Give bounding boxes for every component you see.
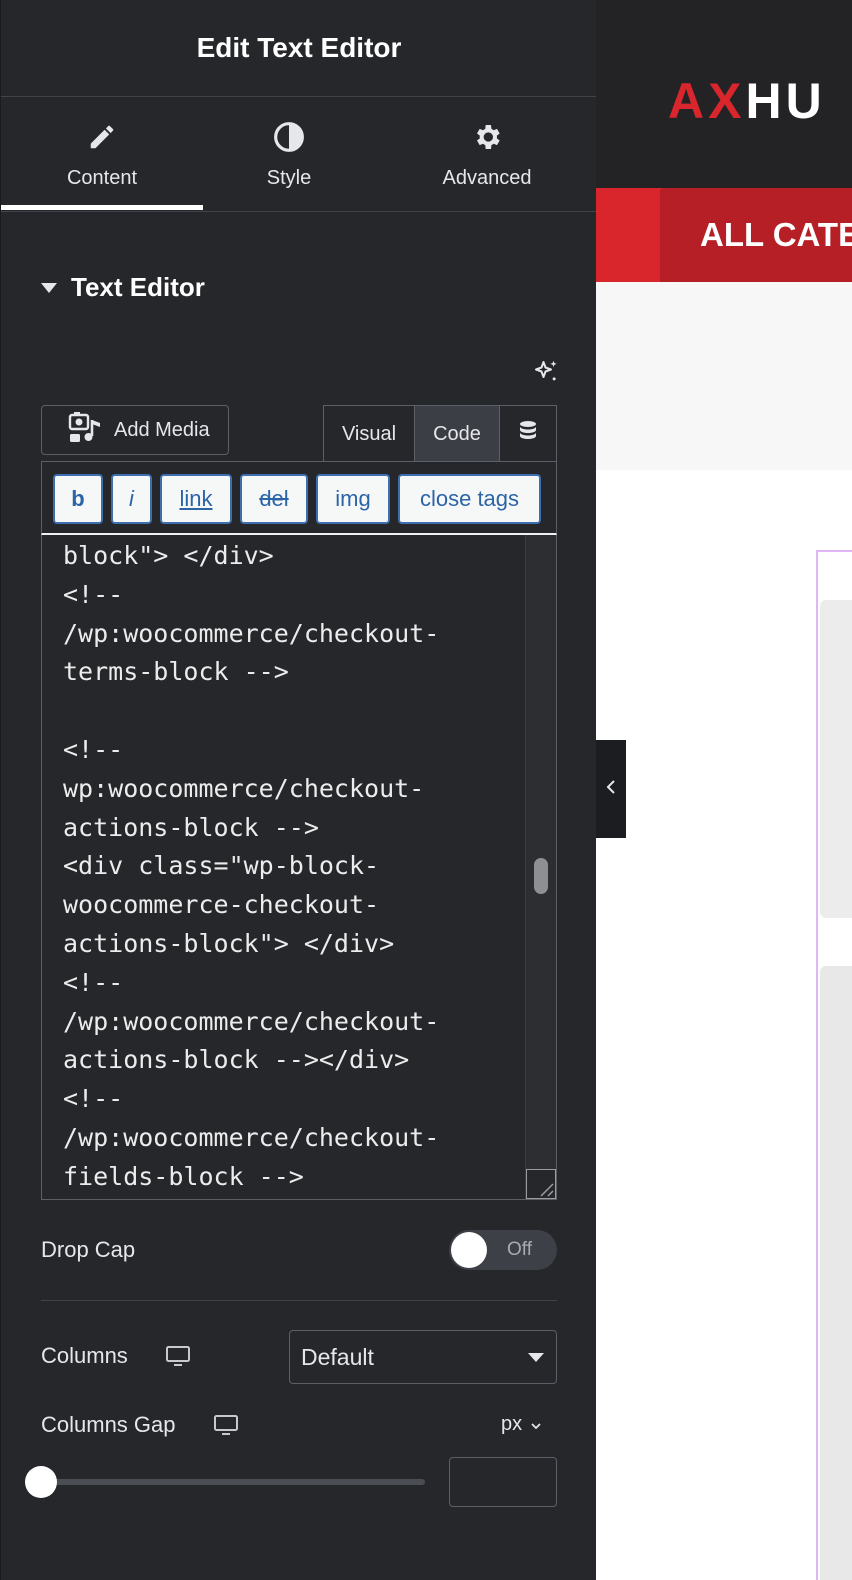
section-title: Text Editor <box>71 272 205 302</box>
logo-part-white: HU <box>745 73 826 129</box>
tab-code[interactable]: Code <box>415 406 500 462</box>
code-line: actions-block --> <box>63 812 319 842</box>
checkout-block <box>820 600 852 918</box>
divider <box>41 1300 557 1301</box>
section-toggle-text-editor[interactable]: Text Editor <box>41 272 205 303</box>
preview-content <box>596 470 852 1580</box>
quicktags-toolbar: b i link del img close tags <box>41 461 557 535</box>
code-line: /wp:woocommerce/checkout- <box>63 1122 440 1152</box>
desktop-icon[interactable] <box>213 1414 239 1436</box>
columns-select-value: Default <box>301 1343 374 1370</box>
code-line: <div class="wp-block- <box>63 851 380 881</box>
ai-sparkle-icon[interactable] <box>531 357 561 387</box>
chevron-down-icon <box>528 1353 544 1362</box>
code-line: <!-- <box>63 579 124 609</box>
tab-content-label: Content <box>66 167 138 189</box>
drop-cap-toggle[interactable]: Off <box>449 1230 557 1270</box>
panel-title: Edit Text Editor <box>1 0 597 97</box>
code-line: fields-block --> <box>63 1161 304 1191</box>
dynamic-tags-button[interactable] <box>500 406 556 462</box>
columns-gap-input[interactable] <box>449 1457 557 1507</box>
logo-part-red: AX <box>668 73 746 129</box>
tab-style-label: Style <box>266 167 312 189</box>
gear-icon <box>471 119 503 155</box>
chevron-down-icon <box>530 1413 542 1436</box>
add-media-button[interactable]: Add Media <box>41 405 229 455</box>
slider-handle[interactable] <box>25 1466 57 1498</box>
site-logo[interactable]: AXHU <box>668 72 826 130</box>
code-line: wp:woocommerce/checkout- <box>63 773 425 803</box>
page-preview: AXHU ALL CATE <box>596 0 852 1580</box>
columns-select[interactable]: Default <box>289 1330 557 1384</box>
code-line: /wp:woocommerce/checkout- <box>63 1006 440 1036</box>
checkout-block <box>820 966 852 1580</box>
code-line: actions-block"> </div> <box>63 928 395 958</box>
all-categories-button[interactable]: ALL CATE <box>660 188 852 282</box>
resize-handle[interactable] <box>526 1169 556 1199</box>
toggle-state-text: Off <box>507 1239 532 1260</box>
code-line: woocommerce-checkout- <box>63 890 380 920</box>
tab-style[interactable]: Style <box>191 97 387 211</box>
toggle-knob <box>451 1232 487 1268</box>
columns-gap-slider[interactable] <box>41 1479 425 1485</box>
pencil-icon <box>87 119 117 155</box>
active-tab-indicator <box>1 205 203 210</box>
tab-content[interactable]: Content <box>1 97 203 211</box>
quicktag-img-button[interactable]: img <box>316 474 390 524</box>
unit-selector[interactable]: px <box>501 1413 542 1436</box>
columns-gap-label: Columns Gap <box>41 1412 176 1437</box>
code-line: <!-- <box>63 1084 124 1114</box>
code-line: <!-- <box>63 967 124 997</box>
columns-label: Columns <box>41 1343 128 1368</box>
code-content: block"> </div> <!-- /wp:woocommerce/checko… <box>63 537 439 1197</box>
scrollbar-thumb[interactable] <box>534 858 548 894</box>
editor-panel: Edit Text Editor Content Style Advanced … <box>0 0 597 1580</box>
caret-down-icon <box>41 282 57 293</box>
code-editor-textarea[interactable]: block"> </div> <!-- /wp:woocommerce/checko… <box>41 535 557 1200</box>
add-media-label: Add Media <box>114 418 210 441</box>
desktop-icon[interactable] <box>165 1345 191 1367</box>
code-line: terms-block --> <box>63 657 289 687</box>
tab-advanced-label: Advanced <box>442 167 532 189</box>
chevron-left-icon <box>605 778 617 801</box>
tab-advanced[interactable]: Advanced <box>387 97 587 211</box>
media-icon <box>68 410 104 450</box>
tab-visual[interactable]: Visual <box>324 406 415 462</box>
editor-mode-tabs: Visual Code <box>323 405 557 462</box>
quicktag-bold-button[interactable]: b <box>53 474 103 524</box>
code-line: block"> </div> <box>63 541 274 570</box>
preview-body <box>596 282 852 472</box>
quicktag-link-button[interactable]: link <box>160 474 232 524</box>
panel-tabs: Content Style Advanced <box>1 97 597 212</box>
quicktag-close-tags-button[interactable]: close tags <box>398 474 541 524</box>
code-line: /wp:woocommerce/checkout- <box>63 618 440 648</box>
quicktag-del-button[interactable]: del <box>240 474 308 524</box>
database-icon <box>518 420 538 448</box>
collapse-panel-button[interactable] <box>596 740 626 838</box>
code-line: actions-block --></div> <box>63 1045 410 1075</box>
unit-label: px <box>501 1413 523 1435</box>
contrast-icon <box>273 119 305 155</box>
quicktag-italic-button[interactable]: i <box>111 474 152 524</box>
drop-cap-label: Drop Cap <box>41 1237 136 1262</box>
site-header: AXHU <box>596 0 852 188</box>
editor-scrollbar[interactable] <box>525 535 556 1199</box>
code-line: <!-- <box>63 734 124 764</box>
site-nav-bar: ALL CATE <box>596 188 852 282</box>
